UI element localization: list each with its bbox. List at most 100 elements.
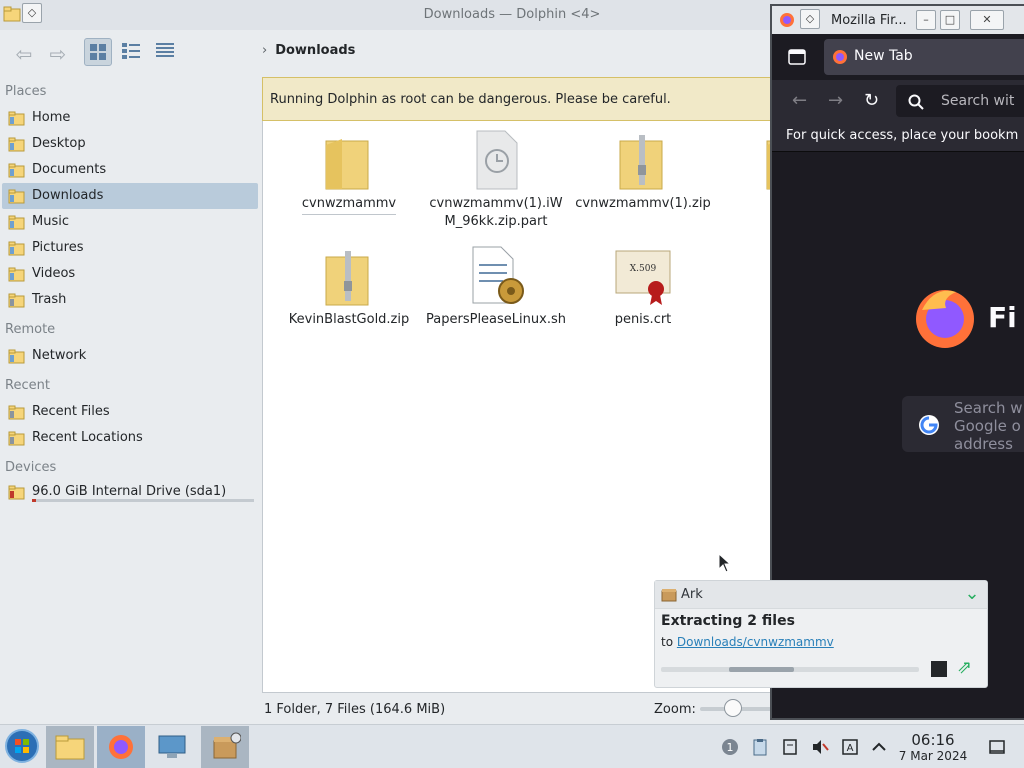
sidebar-item-music[interactable]: Music	[2, 209, 258, 235]
volume-muted-icon[interactable]	[811, 738, 829, 756]
sidebar-item-downloads[interactable]: Downloads	[2, 183, 258, 209]
downloads-folder-icon	[8, 189, 25, 204]
status-text: 1 Folder, 7 Files (164.6 MiB)	[264, 702, 446, 717]
firefox-window-menu-button[interactable]: ◇	[800, 9, 820, 29]
shell-script-icon	[467, 245, 525, 307]
trash-icon	[8, 293, 25, 308]
tab-new-tab[interactable]: New Tab	[824, 39, 1024, 75]
certificate-icon: X.509	[614, 245, 672, 307]
firefox-logo-icon	[916, 290, 974, 348]
resume-icon[interactable]: ⇗	[957, 657, 977, 678]
icons-view-icon	[90, 44, 106, 60]
file-name: cvnwzmammv(1).iWM_96kk.zip.part	[429, 196, 563, 229]
places-heading: Places	[5, 84, 47, 99]
drive-usage-bar	[32, 499, 254, 502]
warning-text: Running Dolphin as root can be dangerous…	[270, 92, 671, 107]
file-item[interactable]: cvnwzmammv	[279, 129, 419, 215]
destination-link[interactable]: Downloads/cvnwzmammv	[677, 635, 834, 649]
sidebar-item-label: Trash	[32, 292, 67, 307]
sidebar-item-home[interactable]: Home	[2, 105, 258, 131]
collapse-chevron-icon[interactable]: ⌄	[961, 583, 983, 605]
breadcrumb-downloads[interactable]: Downloads	[275, 43, 355, 58]
firefox-task-icon	[109, 735, 133, 759]
search-icon	[908, 94, 924, 110]
clock[interactable]: 06:16 7 Mar 2024	[897, 732, 969, 764]
google-search-text: Search w Google o address	[954, 399, 1023, 453]
sidebar-item-recent-files[interactable]: Recent Files	[2, 399, 258, 425]
firefox-app-icon	[780, 13, 794, 27]
sidebar-item-documents[interactable]: Documents	[2, 157, 258, 183]
firefox-tab-bar: New Tab	[772, 34, 1024, 80]
file-item[interactable]: X.509 penis.crt	[573, 245, 713, 329]
icons-view-button[interactable]	[84, 38, 112, 66]
firefox-brand-text: Fi	[988, 301, 1017, 334]
forward-arrow-icon[interactable]: ⇨	[44, 42, 72, 68]
file-name: PapersPleaseLinux.sh	[426, 312, 566, 327]
bookmarks-toolbar: For quick access, place your bookm	[772, 122, 1024, 152]
hard-drive-icon	[8, 485, 25, 500]
compact-view-button[interactable]	[118, 38, 146, 66]
sidebar-item-pictures[interactable]: Pictures	[2, 235, 258, 261]
keyboard-layout-icon[interactable]: A	[841, 738, 859, 756]
task-firefox[interactable]	[97, 726, 145, 768]
start-menu-icon[interactable]	[4, 728, 40, 764]
zoom-label: Zoom:	[654, 702, 696, 717]
music-folder-icon	[8, 215, 25, 230]
sidebar-item-label: Recent Locations	[32, 430, 143, 445]
close-button[interactable]: ✕	[970, 10, 1004, 30]
desktop-folder-icon	[8, 137, 25, 152]
file-item[interactable]: PapersPleaseLinux.sh	[426, 245, 566, 329]
file-item[interactable]: KevinBlastGold.zip	[279, 245, 419, 329]
recent-heading: Recent	[5, 378, 50, 393]
task-system-settings[interactable]	[148, 726, 196, 768]
devices-heading: Devices	[5, 460, 57, 475]
sidebar-item-trash[interactable]: Trash	[2, 287, 258, 313]
maximize-button[interactable]: □	[940, 10, 960, 30]
minimize-button[interactable]: –	[916, 10, 936, 30]
sidebar-item-label: Downloads	[32, 188, 104, 203]
file-name: cvnwzmammv	[301, 195, 397, 215]
back-arrow-icon[interactable]: ⇦	[10, 42, 38, 68]
zoom-slider-handle[interactable]	[724, 699, 742, 717]
show-desktop-icon[interactable]	[988, 738, 1006, 756]
sidebar-item-label: Recent Files	[32, 404, 110, 419]
firefox-titlebar[interactable]: ◇ Mozilla Fir... – □ ✕	[772, 6, 1024, 34]
breadcrumb[interactable]: › Downloads	[262, 43, 355, 65]
sidebar-item-recent-locations[interactable]: Recent Locations	[2, 425, 258, 451]
expand-tray-chevron-icon[interactable]	[870, 738, 888, 756]
clock-date: 7 Mar 2024	[898, 749, 968, 763]
file-item[interactable]: cvnwzmammv(1).iWM_96kk.zip.part	[426, 129, 566, 231]
sidebar-item-desktop[interactable]: Desktop	[2, 131, 258, 157]
firefox-view-icon[interactable]	[788, 49, 806, 65]
stop-button[interactable]	[931, 661, 947, 677]
url-bar[interactable]: Search wit	[896, 85, 1024, 117]
mouse-cursor-icon	[718, 553, 730, 573]
taskbar: 1 A 06:16 7 Mar 2024	[0, 724, 1024, 768]
network-icon	[8, 349, 25, 364]
google-search-box[interactable]: Search w Google o address	[902, 396, 1024, 453]
partial-download-icon	[467, 129, 525, 191]
task-dolphin[interactable]	[46, 726, 94, 768]
details-view-button[interactable]	[152, 38, 180, 66]
clipboard-icon[interactable]	[751, 738, 769, 756]
notifications-count-icon[interactable]: 1	[721, 738, 739, 756]
sidebar-item-videos[interactable]: Videos	[2, 261, 258, 287]
back-icon[interactable]: ←	[792, 90, 807, 111]
notification-header: Ark ⌄	[655, 581, 987, 609]
reload-icon[interactable]: ↻	[864, 90, 879, 111]
file-name: KevinBlastGold.zip	[288, 312, 410, 327]
svg-text:X.509: X.509	[630, 264, 657, 274]
sidebar-item-network[interactable]: Network	[2, 343, 258, 369]
zip-archive-icon	[320, 245, 378, 307]
pictures-folder-icon	[8, 241, 25, 256]
recent-files-icon	[8, 405, 25, 420]
sidebar-item-label: Network	[32, 348, 87, 363]
task-ark[interactable]	[201, 726, 249, 768]
extraction-progress-bar	[661, 667, 919, 672]
bookmarks-hint: For quick access, place your bookm	[786, 128, 1019, 143]
home-folder-icon	[8, 111, 25, 126]
firefox-window-title: Mozilla Fir...	[831, 13, 907, 28]
storage-device-icon[interactable]	[781, 738, 799, 756]
file-item[interactable]: cvnwzmammv(1).zip	[573, 129, 713, 213]
forward-icon[interactable]: →	[828, 90, 843, 111]
